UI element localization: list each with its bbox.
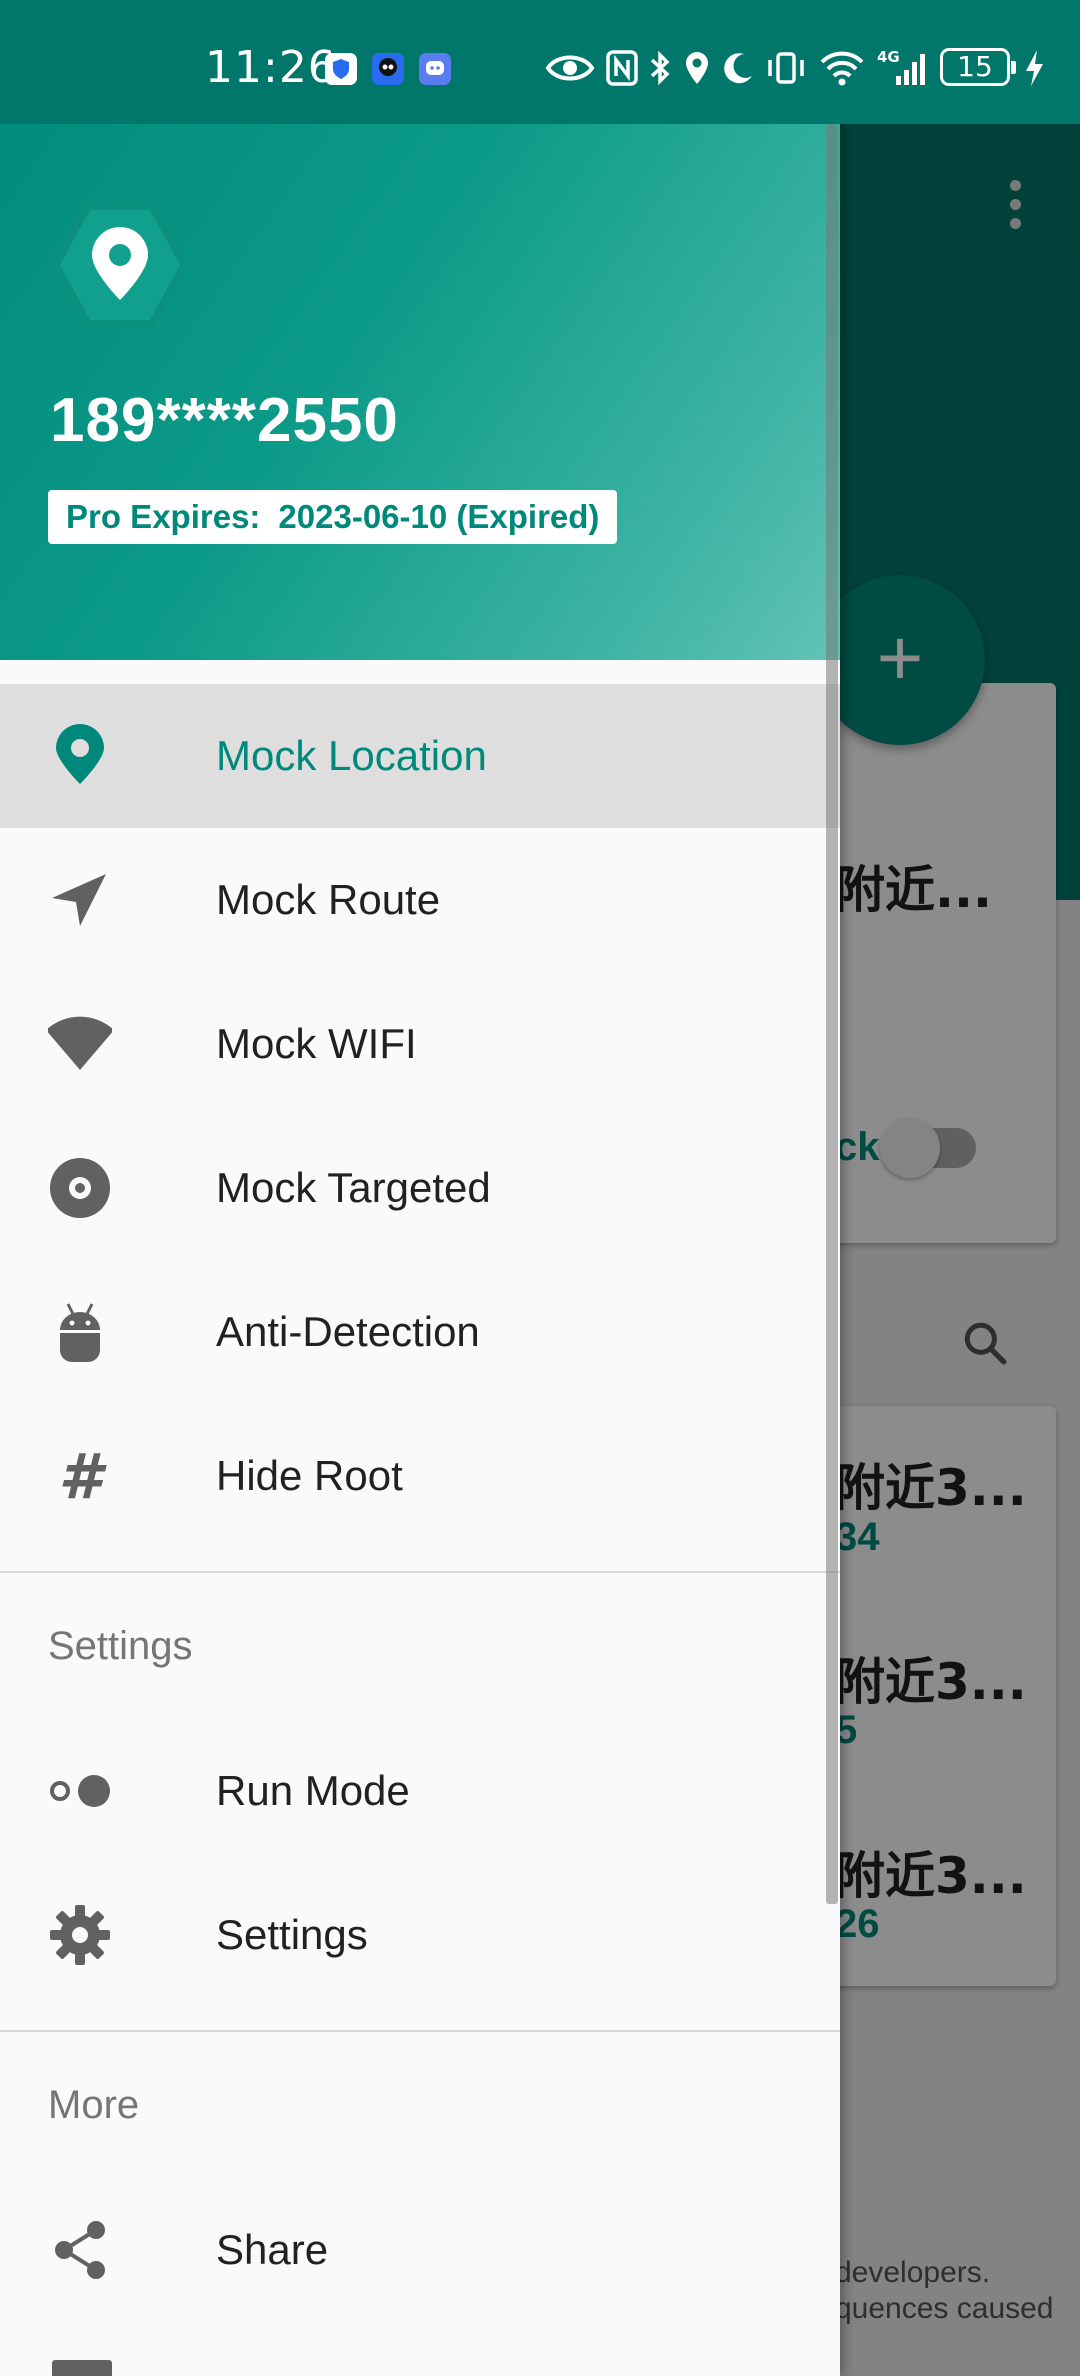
nav-item-label: Mock WIFI bbox=[216, 1020, 417, 1067]
gear-icon bbox=[50, 1905, 110, 1965]
nav-item-mock-route[interactable]: Mock Route bbox=[0, 828, 840, 972]
toggle-dots-icon bbox=[50, 1775, 110, 1807]
more-section-title: More bbox=[48, 2083, 140, 2127]
nav-item-run-mode[interactable]: Run Mode bbox=[0, 1719, 840, 1863]
wifi-status-icon bbox=[820, 51, 864, 86]
nav-item-settings[interactable]: Settings bbox=[0, 1863, 840, 2007]
shield-app-icon bbox=[325, 53, 357, 85]
status-time: 11:26 bbox=[205, 42, 337, 93]
signal-4g-icon: 4G bbox=[877, 48, 925, 85]
navigation-arrow-icon bbox=[52, 874, 106, 926]
drawer-scrollbar[interactable] bbox=[826, 124, 838, 1904]
nav-item-label: Mock Targeted bbox=[216, 1164, 491, 1211]
moon-icon bbox=[724, 53, 752, 84]
charging-bolt-icon bbox=[1026, 50, 1043, 86]
svg-text:4G: 4G bbox=[877, 48, 900, 66]
vibrate-icon bbox=[768, 52, 804, 84]
share-icon bbox=[55, 2221, 105, 2279]
settings-section-title: Settings bbox=[48, 1624, 193, 1668]
nav-item-share[interactable]: Share bbox=[0, 2178, 840, 2322]
pro-expiry-badge[interactable]: Pro Expires: 2023-06-10 (Expired) bbox=[48, 490, 618, 544]
nav-item-label: Settings bbox=[216, 1911, 368, 1958]
status-bar: 11:26 4G 15 bbox=[0, 0, 1080, 124]
chat-app-icon bbox=[419, 53, 451, 85]
section-divider bbox=[0, 1571, 840, 1573]
section-divider bbox=[0, 2030, 840, 2032]
robot-app-icon bbox=[372, 53, 404, 85]
pro-expiry-value: 2023-06-10 (Expired) bbox=[278, 498, 600, 535]
android-icon bbox=[60, 1303, 100, 1362]
nfc-icon bbox=[606, 50, 638, 86]
nav-item-hide-root[interactable]: # Hide Root bbox=[0, 1404, 840, 1548]
nav-item-anti-detection[interactable]: Anti-Detection bbox=[0, 1260, 840, 1404]
partial-next-item-icon bbox=[52, 2360, 112, 2376]
nav-item-label: Mock Route bbox=[216, 876, 441, 923]
bluetooth-icon bbox=[650, 50, 670, 86]
nav-item-label: Mock Location bbox=[216, 732, 487, 779]
nav-item-label: Run Mode bbox=[216, 1767, 410, 1814]
nav-item-label: Share bbox=[216, 2226, 329, 2273]
pro-expiry-label: Pro Expires: bbox=[66, 498, 261, 535]
navigation-drawer: 189****2550 Pro Expires: 2023-06-10 (Exp… bbox=[0, 0, 840, 2376]
nav-item-mock-location[interactable]: Mock Location bbox=[0, 684, 840, 828]
target-disc-icon bbox=[50, 1158, 110, 1218]
svg-text:#: # bbox=[58, 1444, 107, 1508]
location-pin-icon bbox=[56, 724, 104, 784]
location-status-icon bbox=[686, 52, 708, 84]
app-logo-icon bbox=[52, 202, 188, 328]
user-phone-number: 189****2550 bbox=[50, 386, 399, 455]
hashtag-icon: # bbox=[58, 1444, 107, 1508]
nav-item-mock-wifi[interactable]: Mock WIFI bbox=[0, 972, 840, 1116]
nav-item-label: Hide Root bbox=[216, 1452, 403, 1499]
eye-icon bbox=[545, 55, 595, 81]
nav-item-mock-targeted[interactable]: Mock Targeted bbox=[0, 1116, 840, 1260]
wifi-icon bbox=[48, 1016, 112, 1070]
battery-indicator: 15 bbox=[940, 48, 1016, 86]
nav-item-label: Anti-Detection bbox=[216, 1308, 480, 1355]
